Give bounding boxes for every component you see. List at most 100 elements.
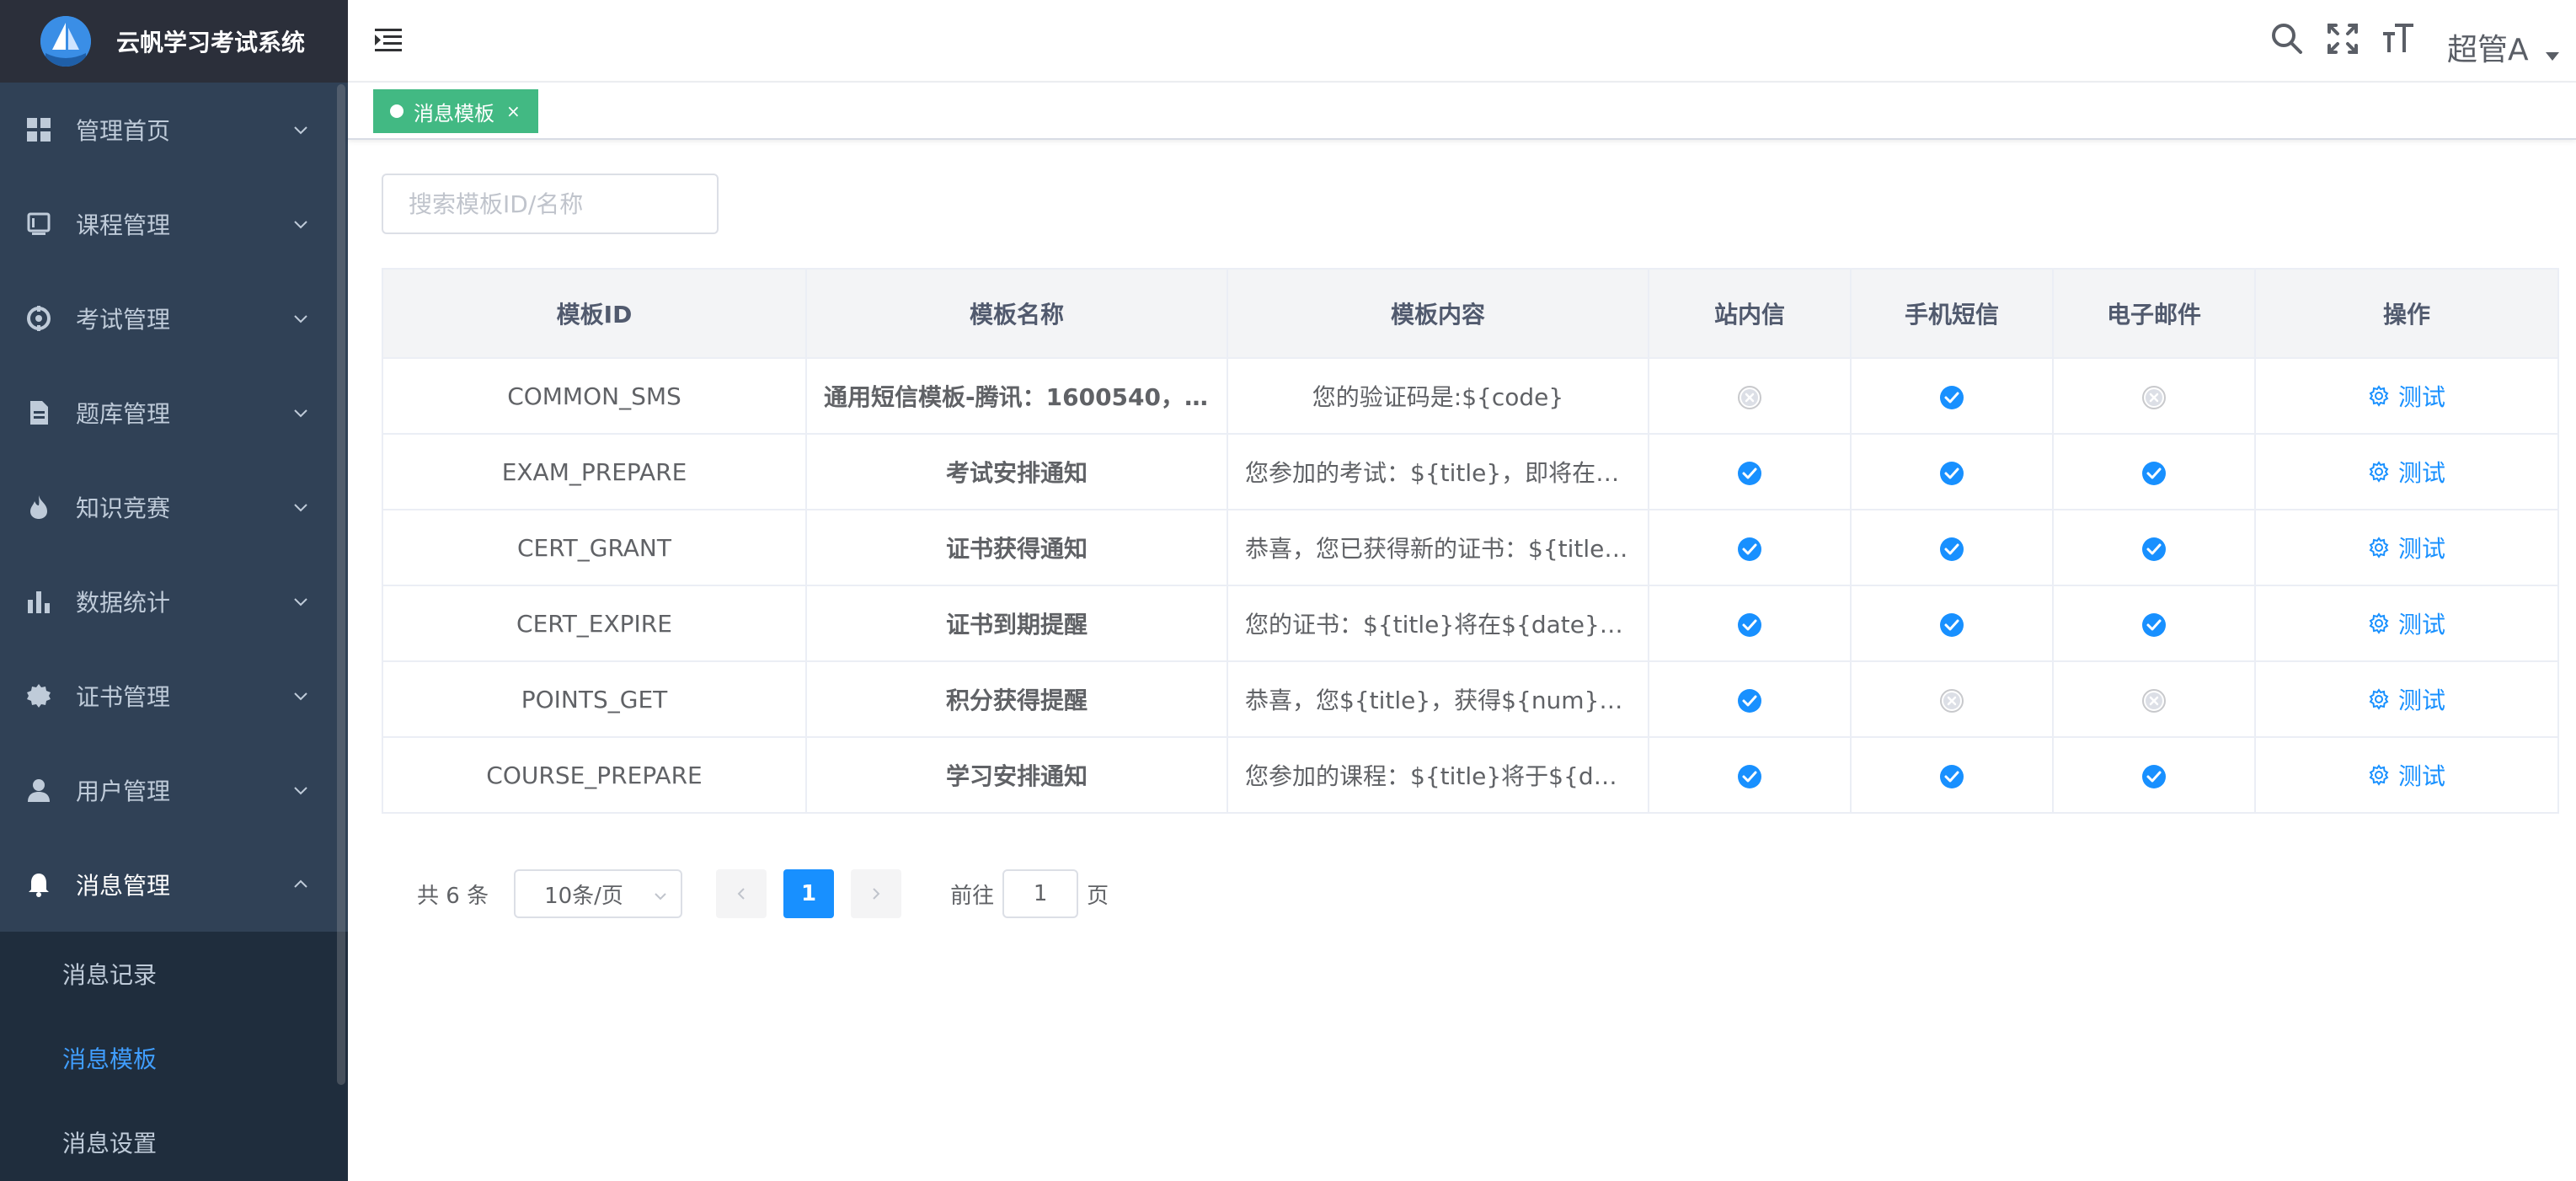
channel-sms-cell <box>1850 660 2054 738</box>
channel-email-cell <box>2052 736 2256 814</box>
channel-site-cell <box>1648 509 1852 586</box>
sidebar-item-course[interactable]: 课程管理 <box>0 177 348 271</box>
close-icon[interactable]: × <box>506 101 521 121</box>
table-row: POINTS_GET 积分获得提醒 恭喜，您${title}，获得${num}积分！… <box>382 660 2559 738</box>
fullscreen-icon[interactable] <box>2324 20 2361 57</box>
caret-down-icon[interactable] <box>2544 49 2561 62</box>
tags-view: 消息模板 × <box>348 83 2576 140</box>
page-number-current[interactable]: 1 <box>783 869 835 918</box>
submenu-item[interactable]: 消息模板 <box>0 1016 348 1100</box>
search-input[interactable] <box>382 174 719 234</box>
sidebar-menu: 管理首页课程管理考试管理题库管理 知识竞赛 数据统计 证书管理用户管理消息管理 <box>0 83 348 932</box>
tag-message-template[interactable]: 消息模板 × <box>373 89 538 133</box>
template-id-cell: POINTS_GET <box>382 660 807 738</box>
channel-email-cell <box>2052 660 2256 738</box>
table-row: COURSE_PREPARE 学习安排通知 您参加的课程：${title}将于${d… <box>382 736 2559 814</box>
sidebar-item-fire[interactable]: 知识竞赛 <box>0 460 348 554</box>
submenu-item[interactable]: 消息记录 <box>0 932 348 1016</box>
chevron-left-icon <box>737 888 745 900</box>
channel-site-cell <box>1648 660 1852 738</box>
action-cell: 测试 <box>2254 433 2559 510</box>
sidebar-item-certificate[interactable]: 证书管理 <box>0 649 348 743</box>
sidebar-scrollbar[interactable] <box>337 84 345 1085</box>
chevron-down-icon <box>291 214 311 234</box>
template-name-link[interactable]: 通用短信模板-腾讯：1600540，阿里：SMS_1358… <box>805 357 1228 435</box>
action-cell: 测试 <box>2254 736 2559 814</box>
sidebar: 云帆学习考试系统 管理首页 课程管理 考试管理 题库管理 知识竞赛 数据统计 证书管理 用户管… <box>0 0 348 1181</box>
close-circle-icon <box>2141 382 2167 410</box>
template-name-link[interactable]: 证书获得通知 <box>805 509 1228 586</box>
chevron-down-icon <box>291 497 311 517</box>
logo-icon <box>40 16 91 67</box>
sidebar-item-label: 消息管理 <box>76 872 171 900</box>
check-circle-icon <box>1939 762 1964 789</box>
action-cell: 测试 <box>2254 660 2559 738</box>
table-header-row: 模板ID 模板名称 模板内容 站内信 手机短信 电子邮件 操作 <box>382 268 2559 359</box>
template-id-cell: COMMON_SMS <box>382 357 807 435</box>
test-label: 测试 <box>2397 535 2445 563</box>
page-size-select[interactable]: 10条/页 <box>514 869 683 918</box>
check-circle-icon <box>1939 534 1964 562</box>
template-name-link[interactable]: 考试安排通知 <box>805 433 1228 510</box>
template-id-cell: CERT_GRANT <box>382 509 807 586</box>
table-body: COMMON_SMS通用短信模板-腾讯：1600540，阿里：SMS_1358…… <box>382 357 2559 814</box>
next-page-button[interactable] <box>851 869 902 918</box>
gear-icon <box>2368 688 2390 710</box>
chevron-up-icon <box>291 874 311 895</box>
table-row: CERT_EXPIRE 证书到期提醒 您的证书：${title}将在${date}到… <box>382 585 2559 662</box>
template-name-link[interactable]: 证书到期提醒 <box>805 585 1228 662</box>
channel-site-cell <box>1648 736 1852 814</box>
gear-icon <box>2368 537 2390 558</box>
channel-email-cell <box>2052 585 2256 662</box>
sidebar-item-label: 管理首页 <box>76 117 171 145</box>
sidebar-item-label: 考试管理 <box>76 306 171 334</box>
prev-page-button[interactable] <box>716 869 767 918</box>
chart-icon <box>25 588 52 615</box>
sidebar-item-dashboard[interactable]: 管理首页 <box>0 83 348 177</box>
check-circle-icon <box>1939 382 1964 410</box>
channel-site-cell <box>1648 357 1852 435</box>
test-label: 测试 <box>2397 459 2445 487</box>
navbar: 超管A <box>348 0 2576 83</box>
action-cell: 测试 <box>2254 509 2559 586</box>
test-button[interactable]: 测试 <box>2368 531 2445 564</box>
sidebar-item-chart[interactable]: 数据统计 <box>0 554 348 649</box>
pagination: 共 6 条 10条/页 1 前往 页 <box>417 869 1109 918</box>
channel-sms-cell <box>1850 736 2054 814</box>
chevron-down-icon <box>291 591 311 612</box>
test-label: 测试 <box>2397 762 2445 790</box>
search-icon[interactable] <box>2269 20 2306 57</box>
chevron-right-icon <box>873 888 880 900</box>
chevron-down-icon <box>291 780 311 800</box>
test-button[interactable]: 测试 <box>2368 379 2445 413</box>
check-circle-icon <box>1737 610 1762 638</box>
test-button[interactable]: 测试 <box>2368 758 2445 792</box>
column-header: 模板名称 <box>805 268 1228 359</box>
dashboard-icon <box>25 116 52 143</box>
test-button[interactable]: 测试 <box>2368 455 2445 489</box>
template-id-cell: EXAM_PREPARE <box>382 433 807 510</box>
test-label: 测试 <box>2397 383 2445 411</box>
template-name-link[interactable]: 积分获得提醒 <box>805 660 1228 738</box>
template-name-link[interactable]: 学习安排通知 <box>805 736 1228 814</box>
channel-site-cell <box>1648 585 1852 662</box>
sidebar-item-label: 用户管理 <box>76 778 171 805</box>
bell-icon <box>25 871 52 898</box>
font-size-icon[interactable] <box>2380 20 2417 57</box>
check-circle-icon <box>2141 610 2167 638</box>
hamburger-icon[interactable] <box>373 25 404 56</box>
close-circle-icon <box>1939 686 1964 713</box>
goto-page-input[interactable] <box>1002 869 1079 918</box>
sidebar-item-bell[interactable]: 消息管理 <box>0 837 348 932</box>
close-circle-icon <box>2141 686 2167 713</box>
user-name[interactable]: 超管A <box>2447 25 2529 69</box>
test-button[interactable]: 测试 <box>2368 682 2445 716</box>
sidebar-item-exam[interactable]: 考试管理 <box>0 271 348 366</box>
channel-sms-cell <box>1850 509 2054 586</box>
test-button[interactable]: 测试 <box>2368 607 2445 640</box>
submenu-item[interactable]: 消息设置 <box>0 1100 348 1181</box>
sidebar-item-question-bank[interactable]: 题库管理 <box>0 366 348 460</box>
sidebar-item-user[interactable]: 用户管理 <box>0 743 348 837</box>
column-header: 手机短信 <box>1850 268 2054 359</box>
page-size-value: 10条/页 <box>544 883 623 909</box>
